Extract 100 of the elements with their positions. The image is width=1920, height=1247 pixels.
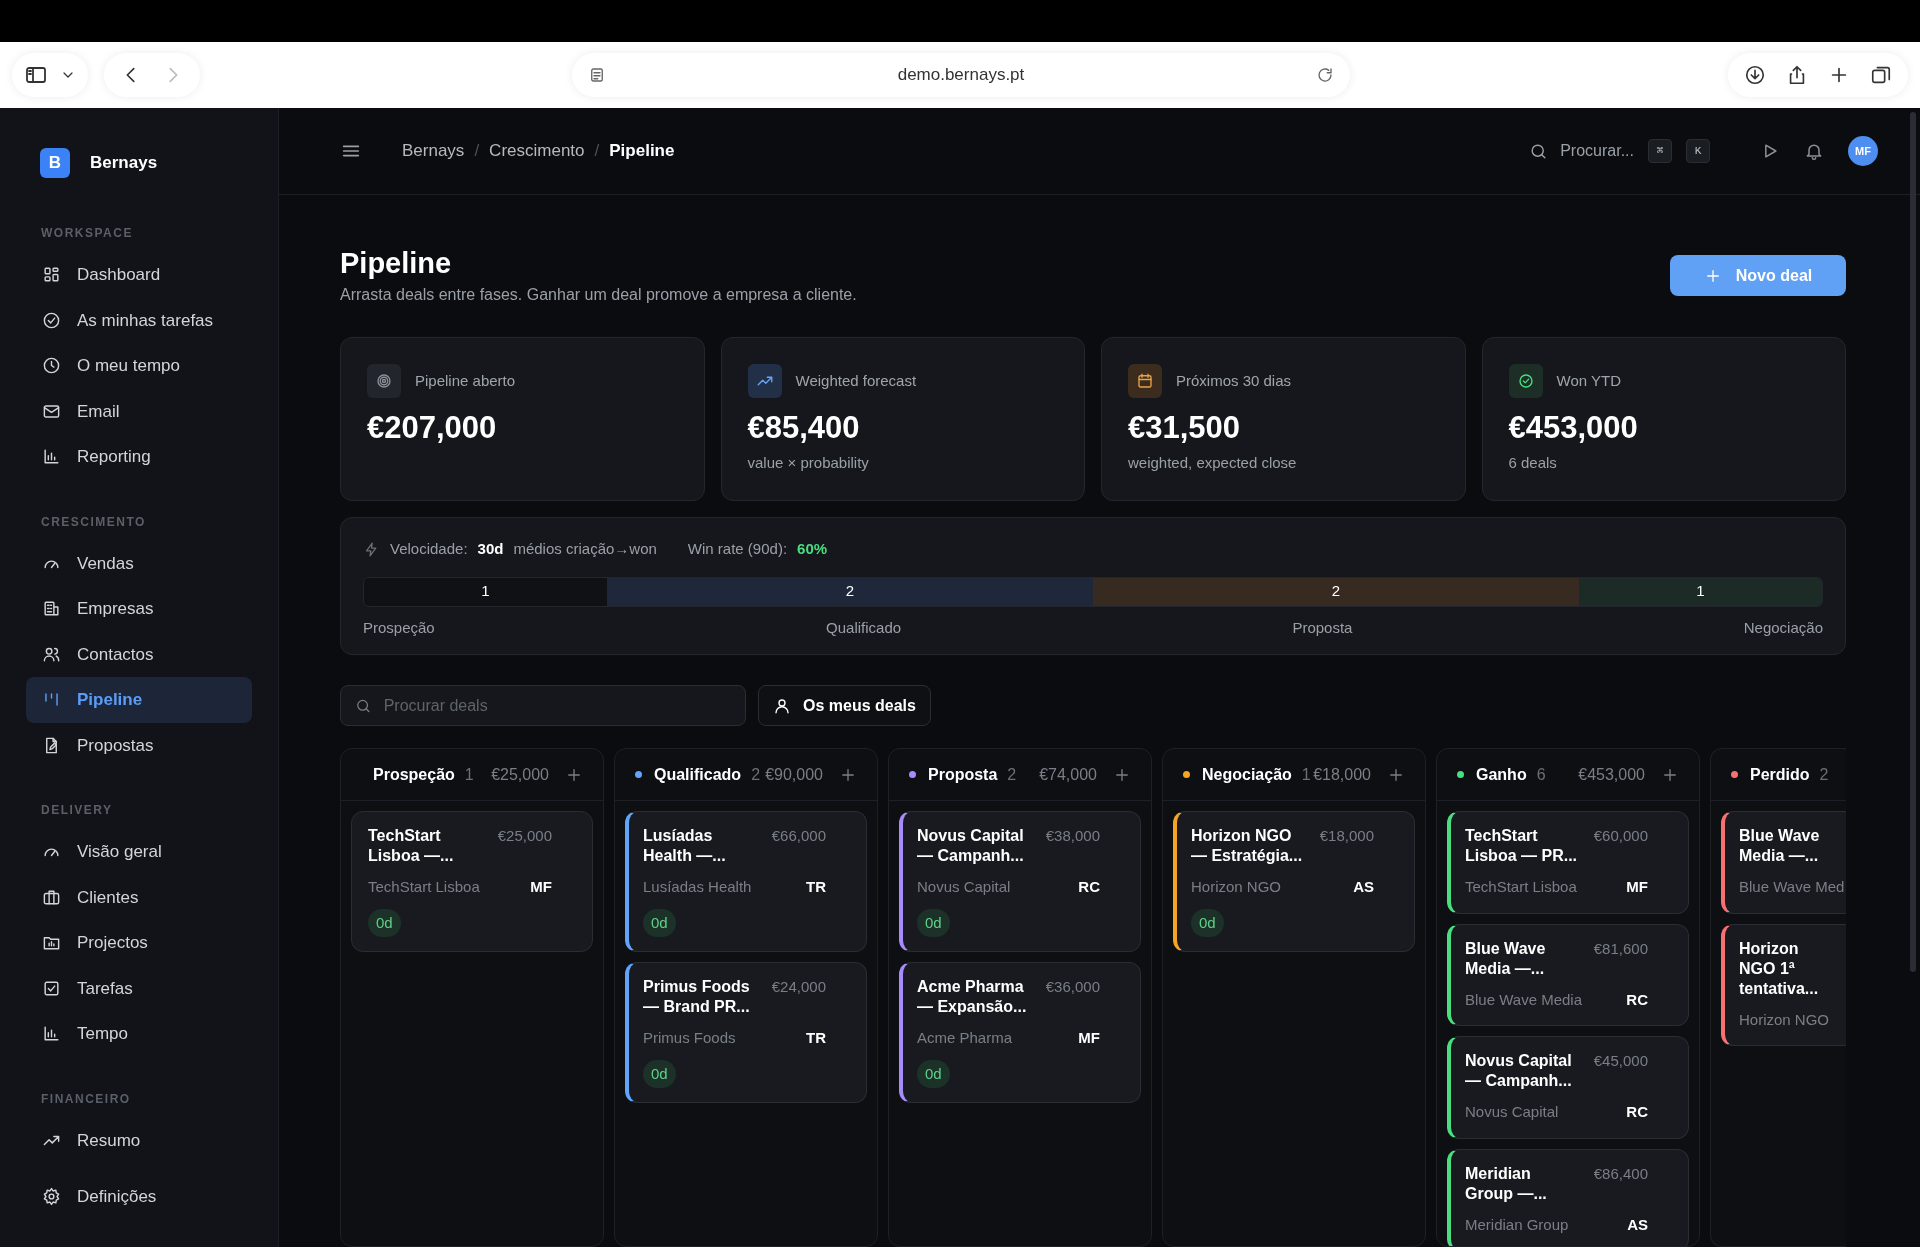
deal-value: €81,600 [1593,938,1648,959]
deal-card[interactable]: Horizon NGO 1ª tentativa... Horizon NGO [1721,923,1846,1046]
owner-initials: TR [806,877,826,897]
deal-card[interactable]: TechStart Lisboa —... €25,000 TechStart Lisboa MF 0d [351,811,593,952]
stage-label: Negociação [1743,617,1823,638]
deal-card[interactable]: Meridian Group —... €86,400 Meridian Group AS [1447,1148,1689,1246]
owner-initials: RC [1626,1102,1648,1122]
nav-item[interactable]: Resumo [26,1117,252,1163]
win-rate-label: Win rate (90d): [687,539,788,559]
owner-initials: AS [1627,1214,1648,1235]
company-name: Primus Foods [643,1028,736,1048]
nav-item[interactable]: Tempo [26,1011,252,1057]
nav-item[interactable]: Empresas [26,586,252,632]
deal-card[interactable]: Horizon NGO — Estratégia... €18,000 Horizon NGO AS 0d [1173,811,1415,952]
nav-item[interactable]: Contactos [26,631,252,677]
deal-value: €45,000 [1593,1051,1648,1071]
breadcrumb[interactable]: Bernays [402,138,465,164]
deal-card[interactable]: Novus Capital — Campanh... €38,000 Novus Capital RC 0d [899,811,1141,952]
company-name: Blue Wave Media [1465,989,1582,1010]
stage-segment: 2 [607,577,1093,606]
deal-card[interactable]: Novus Capital — Campanh... €45,000 Novus Capital RC [1447,1036,1689,1139]
deal-card[interactable]: TechStart Lisboa — PR... €60,000 TechStart Lisboa MF [1447,811,1689,914]
deal-title: Primus Foods — Brand PR... [643,977,751,1017]
breadcrumb[interactable]: Crescimento [489,138,585,164]
nav-item[interactable]: Reporting [26,434,252,480]
deal-title: Blue Wave Media —... [1739,826,1821,866]
my-deals-button[interactable]: Os meus deals [758,685,931,726]
nav-item[interactable]: Propostas [26,722,252,768]
nav-item[interactable]: Clientes [26,874,252,920]
age-badge: 0d [368,908,401,937]
nav-item[interactable]: Pipeline [26,677,252,723]
company-name: Novus Capital [1465,1102,1559,1122]
deal-value: €24,000 [771,977,826,997]
deal-card[interactable]: Blue Wave Media —... Blue Wave Med [1721,811,1846,914]
deal-card[interactable]: Lusíadas Health —... €66,000 Lusíadas Health TR 0d [625,811,867,952]
column-total: €74,000 [1039,764,1097,785]
stat-value: €453,000 [1508,409,1639,447]
column-total: €25,000 [491,764,549,785]
column-title: Proposta [928,764,998,785]
column-title: Perdido [1750,764,1810,785]
clock-icon [42,356,61,376]
nav-item[interactable]: O meu tempo [26,343,252,389]
nav-item[interactable]: Vendas [26,540,252,586]
nav-item[interactable]: Projectos [26,920,252,966]
deal-value: €36,000 [1045,977,1100,997]
age-badge: 0d [917,908,950,937]
breadcrumb-separator: / [594,140,600,163]
velocity-label: Velocidade: [390,539,468,559]
stat-value: €31,500 [1128,409,1242,447]
nav-item[interactable]: Definições [26,1174,252,1220]
owner-initials: MF [530,877,552,897]
nav-item[interactable]: Email [26,388,252,434]
brand-logo: B [40,148,70,178]
stat-value: €85,400 [747,409,861,447]
win-rate-value: 60% [797,539,828,559]
search-button[interactable]: Procurar... [1529,139,1634,163]
tabs-icon[interactable] [1870,64,1892,86]
deal-title: Blue Wave Media —... [1465,938,1547,979]
page-subtitle: Arrasta deals entre fases. Ganhar um deal promove a empresa a cliente. [340,285,857,305]
deal-search-field[interactable]: Procurar deals [383,693,731,718]
deal-value: €18,000 [1319,826,1374,846]
deal-title: Lusíadas Health —... [643,826,727,866]
page-icon [588,66,606,84]
shortcut-key: K [1686,139,1710,163]
age-badge: 0d [643,908,676,937]
company-name: Meridian Group [1465,1214,1569,1235]
deal-title: Novus Capital — Campanh... [1465,1051,1573,1091]
reload-icon[interactable] [1316,66,1334,84]
company-name: Acme Pharma [917,1028,1013,1048]
page-title: Pipeline [340,246,453,281]
deal-title: Novus Capital — Campanh... [917,826,1025,866]
checkbox-icon [42,978,61,998]
search-box[interactable]: Procurar deals [340,685,746,726]
section-heading: DELIVERY [40,802,114,819]
nav-item[interactable]: Visão geral [26,829,252,875]
column-total: €453,000 [1578,764,1645,785]
deal-title: Meridian Group —... [1465,1163,1548,1204]
user-icon [773,696,791,715]
stat-label: Won YTD [1556,370,1621,391]
velocity-days: 30d [477,538,504,561]
nav-item[interactable]: As minhas tarefas [26,297,252,343]
age-badge: 0d [917,1059,950,1088]
address-bar[interactable]: demo.bernays.pt [572,53,1350,97]
velocity-note: médios criação→won [513,539,657,559]
stage-label: Prospeção [363,617,435,638]
deal-title: TechStart Lisboa —... [368,826,455,866]
download-icon[interactable] [1744,64,1766,86]
grid-icon [42,265,61,285]
deal-card[interactable]: Blue Wave Media —... €81,600 Blue Wave Media RC [1447,923,1689,1026]
column-count: 1 [464,764,474,785]
stage-segment: 2 [1093,577,1579,606]
nav-item[interactable]: Dashboard [26,252,252,298]
deal-value: €66,000 [771,826,826,846]
column-count: 2 [751,764,761,785]
stat-note: 6 deals [1508,453,1558,473]
deal-card[interactable]: Primus Foods — Brand PR... €24,000 Primus Foods TR 0d [625,962,867,1103]
deal-card[interactable]: Acme Pharma — Expansão... €36,000 Acme Pharma MF 0d [899,962,1141,1103]
owner-initials: TR [806,1028,826,1048]
scrollbar[interactable] [1910,112,1916,972]
nav-item[interactable]: Tarefas [26,965,252,1011]
